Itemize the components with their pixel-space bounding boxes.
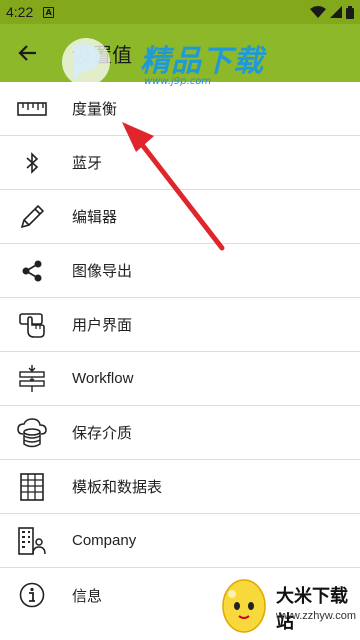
menu-item-label: Company [72,532,137,549]
menu-item-measurement[interactable]: 度量衡 [0,82,360,136]
menu-item-templates[interactable]: 模板和数据表 [0,460,360,514]
app-bar: 设置值 [0,24,360,82]
menu-item-label: 用户界面 [72,316,133,334]
menu-item-image-export[interactable]: 图像导出 [0,244,360,298]
menu-item-label: 信息 [72,586,103,605]
menu-item-label: 编辑器 [72,208,118,226]
cloud-database-icon [0,406,64,460]
page-title: 设置值 [72,42,132,67]
status-time: 4:22 [6,4,34,20]
menu-item-company[interactable]: Company [0,514,360,568]
pencil-icon [0,190,64,244]
battery-icon [346,5,354,19]
menu-item-label: Workflow [72,370,134,387]
menu-item-label: 度量衡 [72,100,118,118]
grid-table-icon [0,460,64,514]
bluetooth-icon [0,136,64,190]
menu-item-bluetooth[interactable]: 蓝牙 [0,136,360,190]
settings-list: 度量衡 蓝牙 编辑器 图像导出 用户界面 Workflow 保存介质 模板和数据… [0,82,360,622]
status-bar: 4:22 A [0,0,360,24]
arrow-left-icon [18,45,36,61]
menu-item-user-interface[interactable]: 用户界面 [0,298,360,352]
signal-icon [330,6,342,18]
back-button[interactable] [0,24,56,82]
share-icon [0,244,64,298]
wifi-icon [310,6,326,18]
info-icon [0,568,64,622]
company-building-icon [0,514,64,568]
menu-item-label: 保存介质 [72,424,133,442]
menu-item-label: 模板和数据表 [72,478,163,496]
menu-item-info[interactable]: 信息 [0,568,360,622]
status-icons [310,5,354,19]
touch-screen-icon [0,298,64,352]
menu-item-editor[interactable]: 编辑器 [0,190,360,244]
menu-item-workflow[interactable]: Workflow [0,352,360,406]
notification-badge: A [43,6,55,18]
menu-item-label: 图像导出 [72,262,133,280]
ruler-icon [0,82,64,136]
menu-item-label: 蓝牙 [72,154,103,172]
menu-item-storage[interactable]: 保存介质 [0,406,360,460]
workflow-icon [0,352,64,406]
